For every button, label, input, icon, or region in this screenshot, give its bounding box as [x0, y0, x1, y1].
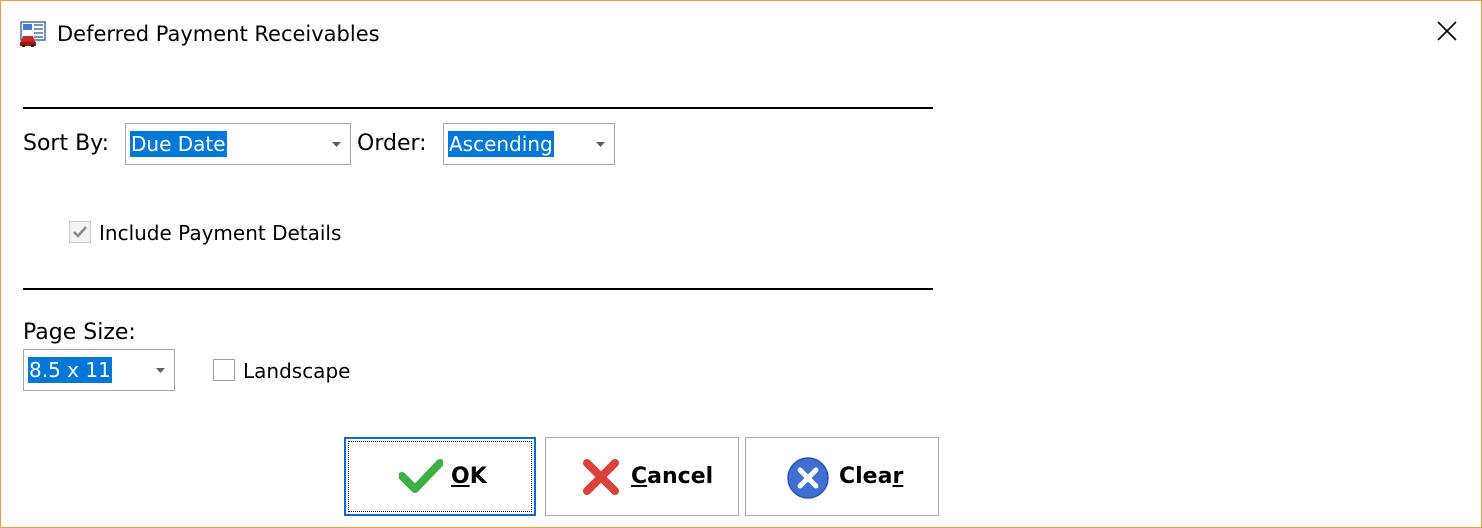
ok-button[interactable]: OK — [344, 437, 536, 516]
report-icon — [20, 21, 46, 47]
chevron-down-icon — [596, 142, 605, 147]
title-bar[interactable]: Deferred Payment Receivables — [1, 1, 1481, 65]
dialog-window: Deferred Payment Receivables Sort By: Du… — [0, 0, 1482, 528]
landscape-label[interactable]: Landscape — [243, 357, 350, 385]
chevron-down-icon — [156, 368, 165, 373]
top-divider — [23, 107, 933, 109]
ok-button-label: OK — [451, 464, 487, 489]
close-button[interactable] — [1413, 1, 1481, 63]
checkmark-icon — [399, 459, 443, 493]
window-title: Deferred Payment Receivables — [57, 22, 380, 46]
clear-button-label: Clear — [839, 464, 904, 489]
cancel-button[interactable]: Cancel — [545, 437, 739, 516]
sort-by-combo[interactable]: Due Date — [125, 123, 351, 165]
chevron-down-icon — [332, 142, 341, 147]
order-label: Order: — [357, 131, 427, 156]
include-payment-details-checkbox[interactable] — [69, 221, 91, 243]
landscape-checkbox[interactable] — [213, 359, 235, 381]
page-size-value: 8.5 x 11 — [28, 357, 112, 383]
middle-divider — [23, 288, 933, 290]
page-size-combo[interactable]: 8.5 x 11 — [23, 349, 175, 391]
checkmark-icon — [73, 226, 87, 238]
order-combo[interactable]: Ascending — [443, 123, 615, 165]
clear-button[interactable]: Clear — [745, 437, 939, 516]
close-icon — [1437, 21, 1457, 41]
cancel-button-label: Cancel — [631, 464, 714, 489]
x-mark-icon — [583, 459, 619, 495]
page-size-label: Page Size: — [23, 320, 136, 345]
order-value: Ascending — [448, 131, 554, 157]
sort-by-label: Sort By: — [23, 131, 110, 156]
include-payment-details-label[interactable]: Include Payment Details — [99, 219, 341, 247]
sort-by-value: Due Date — [130, 131, 227, 157]
circle-x-icon — [787, 457, 829, 499]
